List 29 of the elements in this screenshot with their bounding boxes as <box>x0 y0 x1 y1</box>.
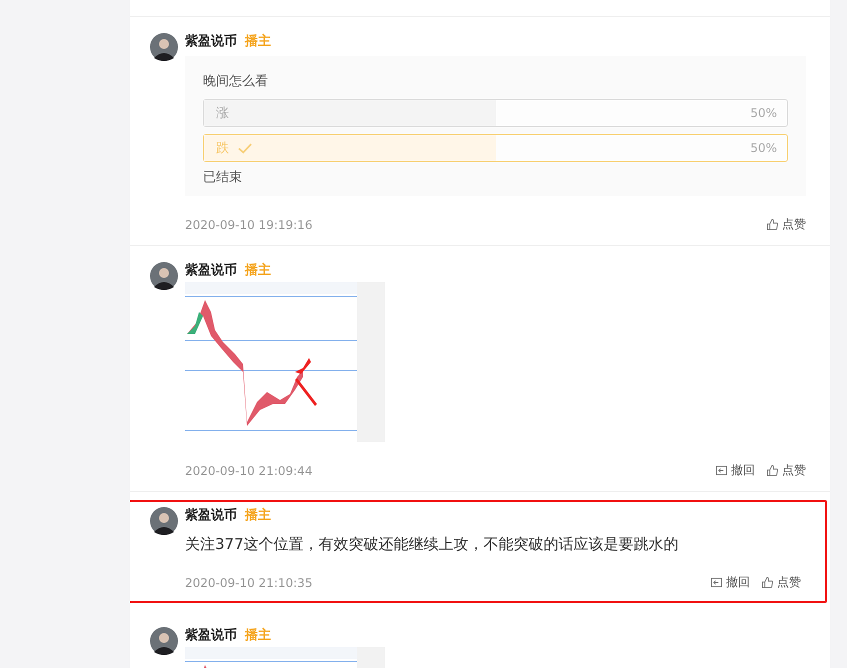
undo-icon <box>716 465 727 476</box>
avatar-icon <box>150 627 178 655</box>
post-time: 2020-09-10 21:10:35 <box>185 576 312 590</box>
thumbs-up-icon <box>767 465 778 476</box>
thumbs-up-icon <box>762 577 773 588</box>
thumbs-up-icon <box>767 219 778 230</box>
author-name: 紫盈说币 <box>185 32 237 50</box>
avatar-icon <box>150 262 178 290</box>
post-time: 2020-09-10 21:09:44 <box>185 464 312 478</box>
check-icon <box>238 142 252 154</box>
undo-icon <box>711 577 722 588</box>
host-tag: 播主 <box>245 506 271 524</box>
author-name: 紫盈说币 <box>185 506 237 524</box>
like-button[interactable]: 点赞 <box>767 216 806 233</box>
host-tag: 播主 <box>245 261 271 279</box>
poll-status: 已结束 <box>203 169 243 186</box>
post-time: 2020-09-10 19:19:16 <box>185 218 312 232</box>
like-button[interactable]: 点赞 <box>762 574 801 591</box>
withdraw-button[interactable]: 撤回 <box>711 574 750 591</box>
withdraw-button[interactable]: 撤回 <box>716 462 755 479</box>
host-tag: 播主 <box>245 626 271 644</box>
avatar-icon <box>150 33 178 61</box>
author-name: 紫盈说币 <box>185 626 237 644</box>
post-text: 关注377这个位置，有效突破还能继续上攻，不能突破的话应该是要跳水的 <box>185 535 680 554</box>
author-name: 紫盈说币 <box>185 262 237 279</box>
poll-question: 晚间怎么看 <box>203 73 269 90</box>
avatar-icon <box>150 507 178 535</box>
host-tag: 播主 <box>245 32 271 50</box>
like-button[interactable]: 点赞 <box>767 462 806 479</box>
